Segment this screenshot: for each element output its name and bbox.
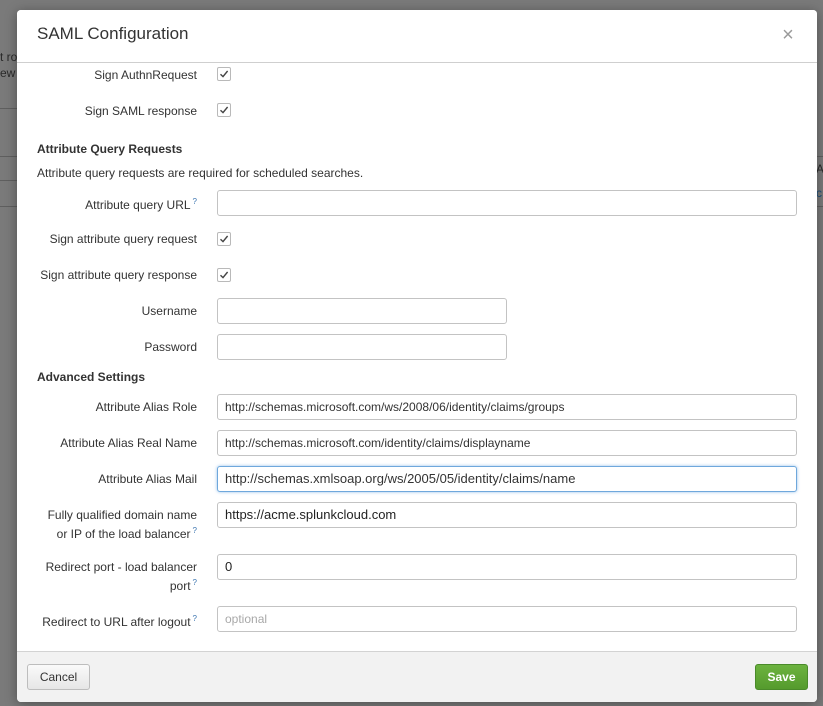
background-text: A [816, 162, 823, 176]
help-icon[interactable]: ? [193, 526, 197, 535]
help-icon[interactable]: ? [193, 197, 197, 206]
background-divider [0, 108, 17, 109]
background-text: t ro [0, 50, 18, 64]
attribute-alias-mail-input[interactable]: http://schemas.xmlsoap.org/ws/2005/05/id… [217, 466, 797, 492]
redirect-url-label: Redirect to URL after logout? [42, 614, 197, 629]
sign-attribute-query-request-checkbox[interactable] [217, 232, 231, 246]
attribute-query-url-label: Attribute query URL? [85, 197, 197, 212]
password-input[interactable] [217, 334, 507, 360]
advanced-settings-section-title: Advanced Settings [37, 370, 146, 384]
password-label: Password [144, 340, 197, 354]
sign-authn-request-checkbox[interactable] [217, 67, 231, 81]
attribute-alias-real-name-input[interactable]: http://schemas.microsoft.com/identity/cl… [217, 430, 797, 456]
checkmark-icon [220, 70, 229, 78]
background-text: ew [0, 66, 16, 80]
redirect-url-input[interactable]: optional [217, 606, 797, 632]
fqdn-label-line2: or IP of the load balancer? [56, 526, 197, 541]
sign-attribute-query-response-checkbox[interactable] [217, 268, 231, 282]
username-input[interactable] [217, 298, 507, 324]
modal-footer: Cancel Save [17, 651, 817, 702]
sign-saml-response-label: Sign SAML response [84, 104, 197, 118]
attribute-query-description: Attribute query requests are required fo… [37, 166, 364, 180]
username-label: Username [141, 304, 197, 318]
redirect-port-label-line1: Redirect port - load balancer [45, 560, 197, 574]
fqdn-label-line1: Fully qualified domain name [47, 508, 197, 522]
checkmark-icon [220, 271, 229, 279]
close-icon[interactable]: × [779, 24, 797, 46]
background-divider [0, 180, 17, 181]
saml-configuration-dialog: SAML Configuration × Sign AuthnRequest S… [17, 10, 817, 702]
sign-saml-response-checkbox[interactable] [217, 103, 231, 117]
attribute-alias-role-label: Attribute Alias Role [95, 400, 197, 414]
redirect-port-label-line2: port? [169, 578, 197, 593]
attribute-query-url-input[interactable] [217, 190, 797, 216]
modal-title: SAML Configuration [37, 24, 189, 43]
help-icon[interactable]: ? [193, 578, 197, 587]
checkmark-icon [220, 235, 229, 243]
sign-attribute-query-request-label: Sign attribute query request [49, 232, 197, 246]
cancel-button[interactable]: Cancel [27, 664, 90, 690]
sign-authn-request-label: Sign AuthnRequest [94, 68, 197, 82]
background-divider [0, 156, 17, 157]
sign-attribute-query-response-label: Sign attribute query response [40, 268, 197, 282]
attribute-alias-real-name-label: Attribute Alias Real Name [60, 436, 197, 450]
background-divider [817, 206, 823, 207]
attribute-alias-role-input[interactable]: http://schemas.microsoft.com/ws/2008/06/… [217, 394, 797, 420]
redirect-port-input[interactable]: 0 [217, 554, 797, 580]
background-divider [0, 206, 17, 207]
background-divider [817, 156, 823, 157]
save-button[interactable]: Save [755, 664, 808, 690]
modal-body: Sign AuthnRequest Sign SAML response Att… [17, 63, 817, 651]
attribute-query-section-title: Attribute Query Requests [37, 142, 183, 156]
help-icon[interactable]: ? [193, 614, 197, 623]
checkmark-icon [220, 106, 229, 114]
attribute-alias-mail-label: Attribute Alias Mail [98, 472, 197, 486]
modal-header: SAML Configuration × [17, 10, 817, 63]
fqdn-input[interactable]: https://acme.splunkcloud.com [217, 502, 797, 528]
